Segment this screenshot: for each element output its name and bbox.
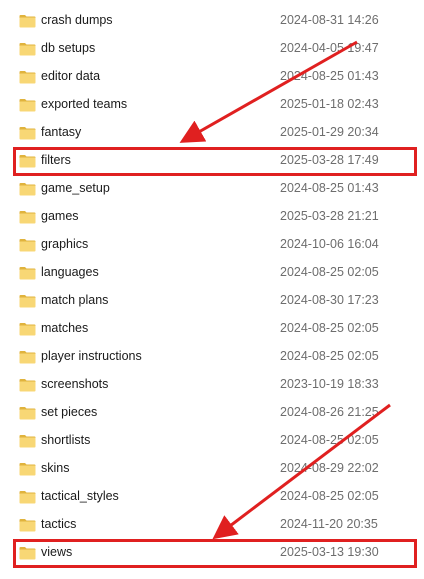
date-modified: 2025-01-18 02:43 bbox=[280, 97, 379, 111]
folder-icon bbox=[19, 350, 36, 364]
date-modified: 2024-08-25 02:05 bbox=[280, 433, 379, 447]
folder-icon bbox=[19, 126, 36, 140]
folder-name: match plans bbox=[41, 293, 109, 307]
folder-icon bbox=[19, 42, 36, 56]
folder-row[interactable]: exported teams 2025-01-18 02:43 bbox=[0, 91, 424, 119]
date-modified: 2023-10-19 18:33 bbox=[280, 377, 379, 391]
folder-icon bbox=[19, 238, 36, 252]
folder-icon bbox=[19, 70, 36, 84]
folder-name: matches bbox=[41, 321, 89, 335]
date-modified: 2024-10-06 16:04 bbox=[280, 237, 379, 251]
folder-name: player instructions bbox=[41, 349, 142, 363]
folder-name: filters bbox=[41, 153, 71, 167]
folder-row[interactable]: player instructions 2024-08-25 02:05 bbox=[0, 343, 424, 371]
folder-icon bbox=[19, 154, 36, 168]
date-modified: 2024-08-31 14:26 bbox=[280, 13, 379, 27]
folder-icon bbox=[19, 490, 36, 504]
folder-name: set pieces bbox=[41, 405, 98, 419]
date-modified: 2024-08-25 02:05 bbox=[280, 489, 379, 503]
date-modified: 2024-04-05 19:47 bbox=[280, 41, 379, 55]
folder-name: crash dumps bbox=[41, 13, 113, 27]
folder-name: fantasy bbox=[41, 125, 82, 139]
folder-icon bbox=[19, 182, 36, 196]
folder-row[interactable]: screenshots 2023-10-19 18:33 bbox=[0, 371, 424, 399]
folder-list: crash dumps 2024-08-31 14:26 db setups 2024… bbox=[0, 7, 424, 567]
date-modified: 2024-08-30 17:23 bbox=[280, 293, 379, 307]
file-explorer-view: crash dumps 2024-08-31 14:26 db setups 2024… bbox=[0, 0, 424, 579]
date-modified: 2024-08-26 21:25 bbox=[280, 405, 379, 419]
date-modified: 2024-08-29 22:02 bbox=[280, 461, 379, 475]
folder-icon bbox=[19, 322, 36, 336]
folder-row[interactable]: tactics 2024-11-20 20:35 bbox=[0, 511, 424, 539]
folder-name: tactical_styles bbox=[41, 489, 119, 503]
date-modified: 2025-03-13 19:30 bbox=[280, 545, 379, 559]
folder-icon bbox=[19, 14, 36, 28]
folder-row[interactable]: shortlists 2024-08-25 02:05 bbox=[0, 427, 424, 455]
folder-icon bbox=[19, 294, 36, 308]
folder-row[interactable]: editor data 2024-08-25 01:43 bbox=[0, 63, 424, 91]
folder-icon bbox=[19, 434, 36, 448]
folder-row[interactable]: game_setup 2024-08-25 01:43 bbox=[0, 175, 424, 203]
folder-row[interactable]: views 2025-03-13 19:30 bbox=[0, 539, 424, 567]
folder-row[interactable]: graphics 2024-10-06 16:04 bbox=[0, 231, 424, 259]
date-modified: 2025-01-29 20:34 bbox=[280, 125, 379, 139]
date-modified: 2024-08-25 02:05 bbox=[280, 265, 379, 279]
folder-row[interactable]: crash dumps 2024-08-31 14:26 bbox=[0, 7, 424, 35]
folder-icon bbox=[19, 266, 36, 280]
date-modified: 2025-03-28 21:21 bbox=[280, 209, 379, 223]
folder-row[interactable]: filters 2025-03-28 17:49 bbox=[0, 147, 424, 175]
folder-name: graphics bbox=[41, 237, 89, 251]
folder-name: editor data bbox=[41, 69, 101, 83]
date-modified: 2024-08-25 01:43 bbox=[280, 69, 379, 83]
folder-row[interactable]: languages 2024-08-25 02:05 bbox=[0, 259, 424, 287]
folder-name: exported teams bbox=[41, 97, 128, 111]
date-modified: 2025-03-28 17:49 bbox=[280, 153, 379, 167]
date-modified: 2024-08-25 02:05 bbox=[280, 321, 379, 335]
folder-row[interactable]: match plans 2024-08-30 17:23 bbox=[0, 287, 424, 315]
folder-name: languages bbox=[41, 265, 99, 279]
folder-row[interactable]: db setups 2024-04-05 19:47 bbox=[0, 35, 424, 63]
folder-icon bbox=[19, 518, 36, 532]
folder-name: screenshots bbox=[41, 377, 109, 391]
folder-row[interactable]: games 2025-03-28 21:21 bbox=[0, 203, 424, 231]
folder-icon bbox=[19, 98, 36, 112]
date-modified: 2024-08-25 01:43 bbox=[280, 181, 379, 195]
folder-row[interactable]: set pieces 2024-08-26 21:25 bbox=[0, 399, 424, 427]
folder-row[interactable]: tactical_styles 2024-08-25 02:05 bbox=[0, 483, 424, 511]
folder-name: db setups bbox=[41, 41, 96, 55]
folder-icon bbox=[19, 210, 36, 224]
folder-row[interactable]: fantasy 2025-01-29 20:34 bbox=[0, 119, 424, 147]
folder-icon bbox=[19, 546, 36, 560]
folder-name: views bbox=[41, 545, 73, 559]
date-modified: 2024-08-25 02:05 bbox=[280, 349, 379, 363]
folder-row[interactable]: matches 2024-08-25 02:05 bbox=[0, 315, 424, 343]
folder-name: skins bbox=[41, 461, 70, 475]
folder-name: game_setup bbox=[41, 181, 110, 195]
folder-icon bbox=[19, 462, 36, 476]
folder-icon bbox=[19, 406, 36, 420]
folder-icon bbox=[19, 378, 36, 392]
folder-name: tactics bbox=[41, 517, 77, 531]
folder-name: games bbox=[41, 209, 79, 223]
folder-row[interactable]: skins 2024-08-29 22:02 bbox=[0, 455, 424, 483]
folder-name: shortlists bbox=[41, 433, 91, 447]
date-modified: 2024-11-20 20:35 bbox=[280, 517, 378, 531]
